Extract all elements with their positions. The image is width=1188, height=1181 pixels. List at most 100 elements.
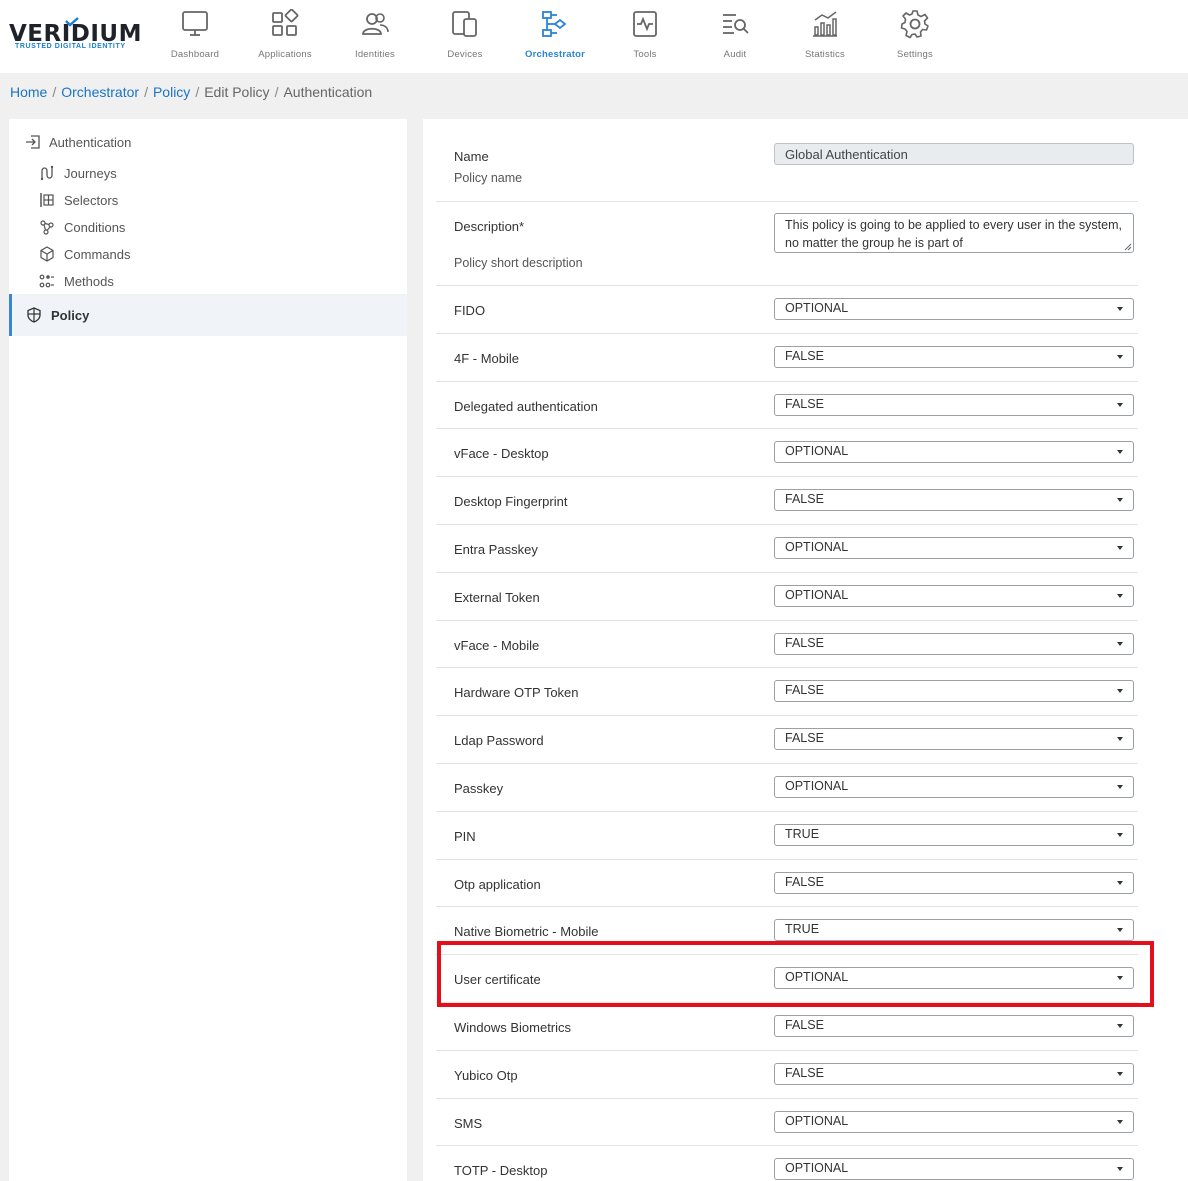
nav-settings[interactable]: Settings <box>870 0 960 73</box>
nav-label: Audit <box>723 49 747 60</box>
gear-icon <box>900 10 929 39</box>
auth-method-row: Native Biometric - Mobile TRUE <box>436 907 1138 955</box>
description-text: This policy is going to be applied to ev… <box>785 218 1122 250</box>
caret-down-icon <box>1117 976 1123 980</box>
auth-method-select[interactable]: FALSE <box>774 728 1134 750</box>
auth-method-row: vFace - Mobile FALSE <box>436 621 1138 668</box>
auth-method-select[interactable]: FALSE <box>774 680 1134 702</box>
sidebar-item-commands[interactable]: Commands <box>39 244 130 264</box>
auth-method-label: Yubico Otp <box>454 1068 518 1083</box>
auth-method-select[interactable]: FALSE <box>774 489 1134 511</box>
auth-method-select[interactable]: OPTIONAL <box>774 298 1134 320</box>
breadcrumb-policy[interactable]: Policy <box>153 84 190 100</box>
auth-method-label: User certificate <box>454 972 541 987</box>
auth-method-label: Windows Biometrics <box>454 1020 572 1035</box>
sidebar-item-label: Methods <box>64 273 114 289</box>
nav-audit[interactable]: Audit <box>690 0 780 73</box>
auth-method-select[interactable]: FALSE <box>774 872 1134 894</box>
caret-down-icon <box>1117 1167 1123 1171</box>
applications-grid-icon <box>272 9 299 36</box>
sidebar-item-selectors[interactable]: Selectors <box>39 190 118 210</box>
auth-method-select[interactable]: OPTIONAL <box>774 441 1134 463</box>
caret-down-icon <box>1117 403 1123 407</box>
breadcrumb: Home / Orchestrator / Policy / Edit Policy / Aut… <box>10 84 372 100</box>
auth-method-select-value: FALSE <box>785 349 824 363</box>
auth-method-select[interactable]: FALSE <box>774 1015 1134 1037</box>
nav-devices[interactable]: Devices <box>420 0 510 73</box>
auth-method-label: SMS <box>454 1116 483 1131</box>
auth-method-select[interactable]: OPTIONAL <box>774 967 1134 989</box>
auth-method-select-value: FALSE <box>785 731 824 745</box>
nav-applications[interactable]: Applications <box>240 0 330 73</box>
caret-down-icon <box>1117 833 1123 837</box>
auth-method-select-value: OPTIONAL <box>785 588 849 602</box>
nav-label: Applications <box>258 49 312 60</box>
nav-dashboard[interactable]: Dashboard <box>150 0 240 73</box>
auth-method-label: Hardware OTP Token <box>454 685 579 700</box>
auth-method-row: Passkey OPTIONAL <box>436 764 1138 812</box>
form-row-description: Description* Policy short description Th… <box>436 202 1138 286</box>
caret-down-icon <box>1117 642 1123 646</box>
policy-shield-icon <box>27 307 41 323</box>
sidebar-heading-authentication[interactable]: Authentication <box>25 131 131 153</box>
breadcrumb-separator: / <box>144 84 148 100</box>
breadcrumb-home[interactable]: Home <box>10 84 47 100</box>
cube-icon <box>40 246 54 262</box>
description-textarea[interactable]: This policy is going to be applied to ev… <box>774 213 1134 253</box>
sidebar-item-policy[interactable]: Policy <box>9 294 407 336</box>
auth-method-select[interactable]: FALSE <box>774 633 1134 655</box>
auth-method-select-value: FALSE <box>785 397 824 411</box>
auth-method-select[interactable]: OPTIONAL <box>774 1158 1134 1180</box>
auth-method-row: Ldap Password FALSE <box>436 716 1138 764</box>
devices-icon <box>452 11 477 37</box>
caret-down-icon <box>1117 785 1123 789</box>
description-help-text: Policy short description <box>454 256 583 270</box>
auth-method-select[interactable]: OPTIONAL <box>774 537 1134 559</box>
sidebar-item-conditions[interactable]: Conditions <box>39 217 125 237</box>
auth-method-select-value: OPTIONAL <box>785 301 849 315</box>
auth-method-select[interactable]: FALSE <box>774 346 1134 368</box>
orchestrator-flow-icon <box>542 11 567 37</box>
caret-down-icon <box>1117 1024 1123 1028</box>
sidebar-item-methods[interactable]: Methods <box>39 271 114 291</box>
auth-method-select[interactable]: FALSE <box>774 394 1134 416</box>
nav-label: Statistics <box>804 49 845 60</box>
tools-icon <box>633 11 657 37</box>
auth-method-select[interactable]: TRUE <box>774 824 1134 846</box>
sidebar-item-label: Commands <box>64 246 131 262</box>
veridium-logo[interactable]: VERIDIUM TRUSTED DIGITAL IDENTITY <box>9 17 142 57</box>
nav-tools[interactable]: Tools <box>600 0 690 73</box>
auth-method-select[interactable]: FALSE <box>774 1063 1134 1085</box>
caret-down-icon <box>1117 355 1123 359</box>
auth-method-row: TOTP - Desktop OPTIONAL <box>436 1146 1138 1181</box>
sidebar-item-journeys[interactable]: Journeys <box>39 163 117 183</box>
form-row-name: Name Policy name Global Authentication <box>436 132 1138 202</box>
top-navigation-bar: VERIDIUM TRUSTED DIGITAL IDENTITY Dashbo… <box>0 0 1188 73</box>
auth-method-select-value: TRUE <box>785 922 820 936</box>
nav-identities[interactable]: Identities <box>330 0 420 73</box>
nav-orchestrator[interactable]: Orchestrator <box>510 0 600 73</box>
breadcrumb-separator: / <box>274 84 279 100</box>
auth-method-select[interactable]: OPTIONAL <box>774 585 1134 607</box>
auth-method-select[interactable]: OPTIONAL <box>774 776 1134 798</box>
auth-method-select-value: OPTIONAL <box>785 444 849 458</box>
caret-down-icon <box>1117 450 1123 454</box>
auth-method-select[interactable]: OPTIONAL <box>774 1111 1134 1133</box>
resize-grip-icon[interactable] <box>1124 243 1132 251</box>
auth-method-select-value: OPTIONAL <box>785 779 849 793</box>
auth-method-label: Passkey <box>454 781 504 796</box>
auth-method-select-value: FALSE <box>785 492 824 506</box>
selectors-table-icon <box>40 193 54 207</box>
nav-statistics[interactable]: Statistics <box>780 0 870 73</box>
caret-down-icon <box>1117 928 1123 932</box>
auth-method-select-value: OPTIONAL <box>785 540 849 554</box>
auth-method-select-value: OPTIONAL <box>785 1114 849 1128</box>
auth-method-select[interactable]: TRUE <box>774 919 1134 941</box>
caret-down-icon <box>1117 689 1123 693</box>
auth-method-row: Delegated authentication FALSE <box>436 382 1138 429</box>
auth-method-select-value: FALSE <box>785 875 824 889</box>
breadcrumb-orchestrator[interactable]: Orchestrator <box>61 84 139 100</box>
auth-method-row: vFace - Desktop OPTIONAL <box>436 429 1138 477</box>
journeys-icon <box>40 165 54 181</box>
caret-down-icon <box>1117 1120 1123 1124</box>
